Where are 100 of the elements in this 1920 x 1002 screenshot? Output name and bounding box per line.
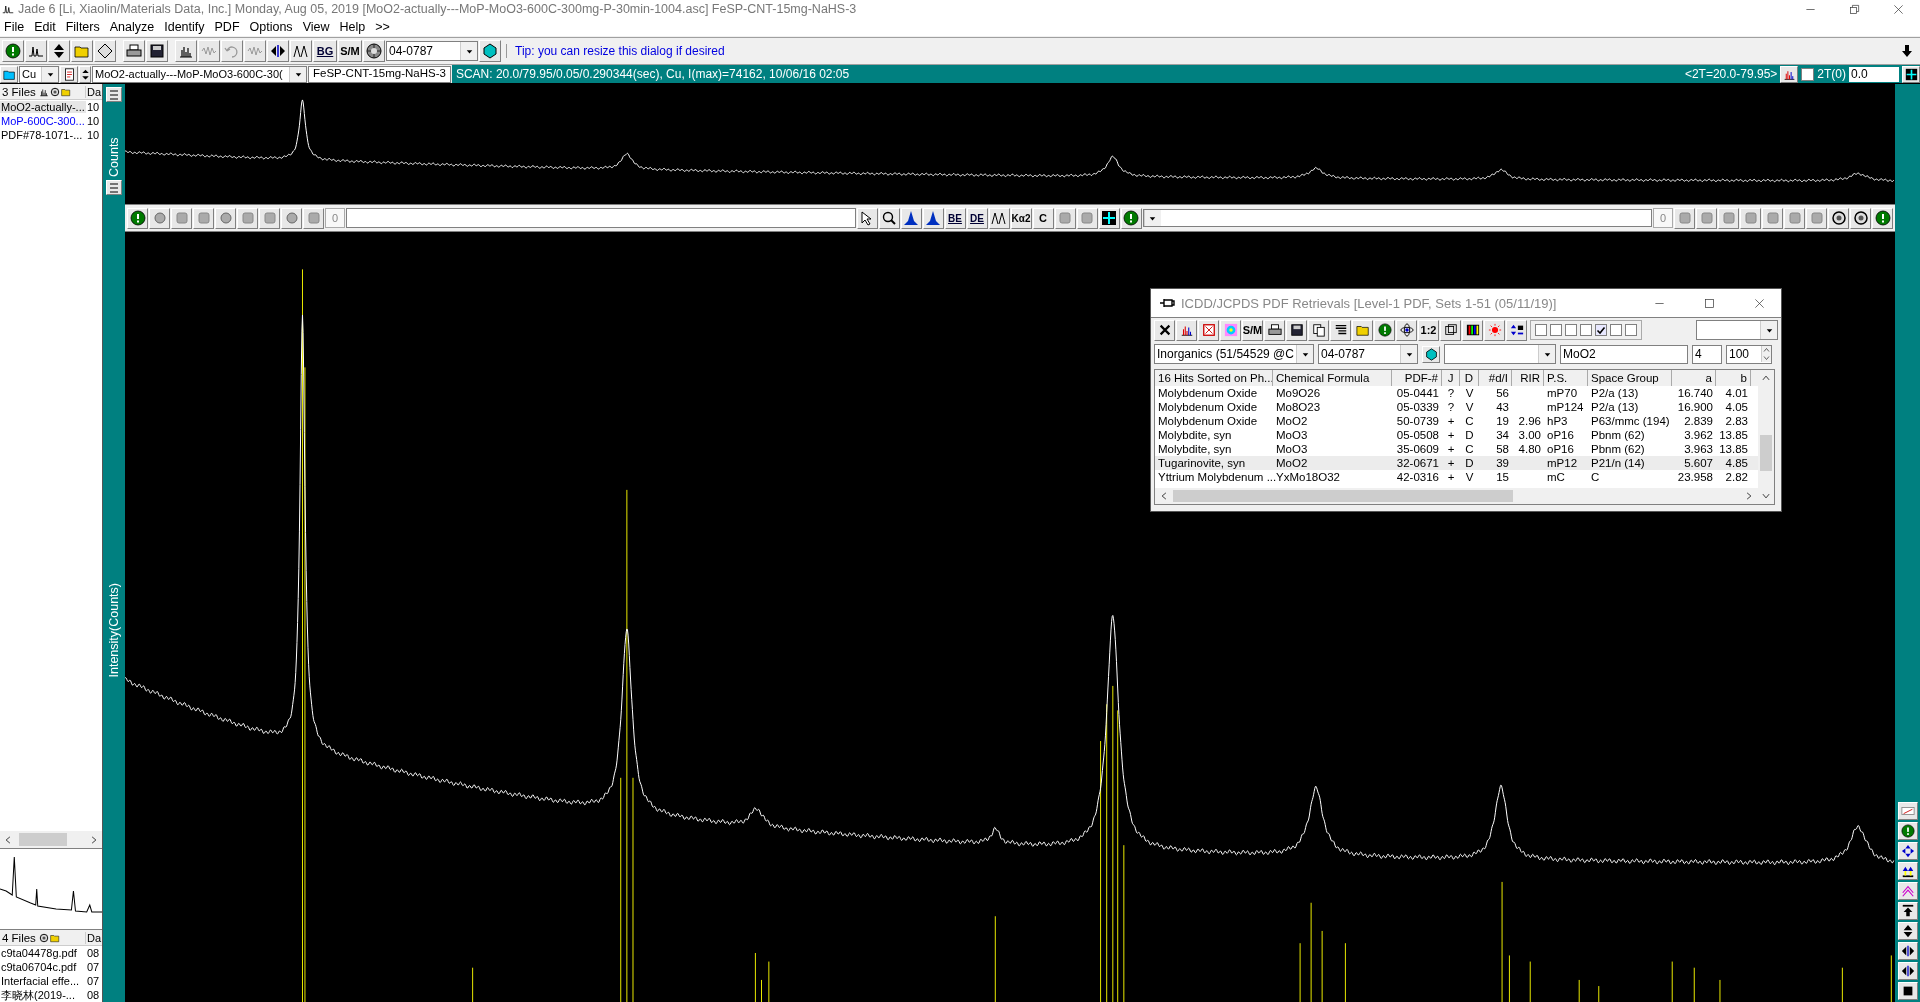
copy-button[interactable] — [1308, 319, 1329, 341]
scrollbar[interactable] — [1155, 488, 1758, 504]
tool-button[interactable] — [1674, 207, 1695, 229]
column-header[interactable]: 3 Files — [0, 85, 36, 98]
offset-field[interactable]: 0.0 — [1849, 66, 1899, 82]
folder-button[interactable] — [1352, 319, 1373, 341]
table-row[interactable]: Molybdite, syn MoO3 05-0508 + D 34 3.00 oP16 Pbnm (62) 3.962 13.85 — [1155, 428, 1758, 442]
menu-item[interactable]: PDF — [212, 20, 248, 34]
checkbox[interactable] — [1565, 324, 1577, 336]
menu-item[interactable]: Filters — [63, 20, 108, 34]
tool-button[interactable] — [259, 207, 280, 229]
help-button[interactable] — [1897, 822, 1918, 840]
file-list-entry[interactable]: MoP-600C-300... — [0, 115, 86, 127]
menu-button[interactable] — [106, 87, 122, 102]
peaks-button[interactable] — [25, 40, 47, 62]
dropdown[interactable] — [1696, 320, 1778, 340]
file-list-entry[interactable]: c9ta06704c.pdf — [0, 961, 86, 973]
grid-button[interactable] — [1902, 65, 1920, 83]
help-button[interactable] — [2, 40, 24, 62]
column-header[interactable]: a — [1672, 370, 1716, 386]
table-button[interactable] — [1198, 319, 1219, 341]
number-field[interactable]: 0 — [325, 208, 345, 228]
menu-item[interactable]: File — [2, 20, 33, 34]
column-header[interactable]: #d/I — [1479, 370, 1512, 386]
checkbox[interactable] — [1595, 324, 1607, 336]
dropdown[interactable] — [1444, 344, 1556, 364]
checkbox[interactable] — [1580, 324, 1592, 336]
peaks-button[interactable] — [988, 207, 1010, 229]
save-button[interactable] — [1286, 319, 1307, 341]
pdf-number-dropdown[interactable]: 04-0787 — [1318, 344, 1418, 364]
file-list-entry[interactable]: Interfacial effe... — [0, 975, 86, 987]
column-header[interactable]: PDF-# — [1392, 370, 1442, 386]
tool-button[interactable]: C — [1032, 207, 1054, 229]
tool-button[interactable] — [303, 207, 324, 229]
table-row[interactable]: Molybdenum Oxide Mo8O23 05-0339 ? V 43 mP124 P2/a (13) 16.900 4.05 — [1155, 400, 1758, 414]
tool-button[interactable]: BE — [944, 207, 966, 229]
column-header[interactable]: b — [1716, 370, 1751, 386]
menu-item[interactable]: Edit — [32, 20, 64, 34]
column-header[interactable]: J — [1442, 370, 1460, 386]
sort-button[interactable] — [1506, 319, 1527, 341]
menu-item[interactable]: >> — [373, 20, 398, 34]
left-right-arrows-button[interactable] — [1897, 962, 1918, 980]
tool-button[interactable] — [1806, 207, 1827, 229]
stop-button[interactable] — [1897, 982, 1918, 1000]
tool-button[interactable] — [1696, 207, 1717, 229]
scroll-thumb[interactable] — [1760, 435, 1772, 471]
table-row[interactable]: Molybdenum Oxide Mo9O26 05-0441 ? V 56 mP70 P2/a (13) 16.740 4.01 — [1155, 386, 1758, 400]
column-header[interactable]: D — [1460, 370, 1479, 386]
scroll-thumb[interactable] — [19, 833, 67, 846]
search-button[interactable] — [878, 207, 900, 229]
column-header[interactable]: RIR — [1512, 370, 1544, 386]
save-button[interactable] — [146, 40, 168, 62]
gem-button[interactable] — [1422, 345, 1440, 363]
spin-field[interactable]: 100 — [1726, 344, 1772, 364]
help-button[interactable] — [1872, 207, 1893, 229]
gem-button[interactable] — [479, 40, 501, 62]
file-list-entry[interactable]: c9ta04478g.pdf — [0, 947, 86, 959]
ring-button[interactable] — [1850, 207, 1871, 229]
tool-button[interactable]: Kα2 — [1010, 207, 1032, 229]
menu-item[interactable]: Identify — [162, 20, 213, 34]
atom-button[interactable] — [1396, 319, 1417, 341]
tool-button[interactable] — [281, 207, 302, 229]
checkbox[interactable] — [1625, 324, 1637, 336]
tool-button[interactable] — [1784, 207, 1805, 229]
cycle-button[interactable] — [221, 40, 243, 62]
arrows-button[interactable] — [1897, 862, 1918, 880]
wave-button[interactable] — [244, 40, 266, 62]
help-button[interactable] — [1374, 319, 1395, 341]
sun-button[interactable] — [1484, 319, 1505, 341]
column-header[interactable]: P.S. — [1544, 370, 1588, 386]
help-button[interactable] — [127, 207, 148, 229]
arrows-button[interactable] — [1897, 842, 1918, 860]
folder-button[interactable] — [0, 65, 18, 83]
formula-field[interactable]: MoO2 — [1560, 344, 1688, 364]
table-row[interactable]: Molybdenum Oxide MoO2 50-0739 + C 19 2.96 hP3 P63/mmc (194) 2.839 2.83 — [1155, 414, 1758, 428]
bar-chart-button[interactable] — [175, 40, 197, 62]
table-row[interactable]: Molybdite, syn MoO3 35-0609 + C 58 4.80 oP16 Pbnm (62) 3.963 13.85 — [1155, 442, 1758, 456]
column-header[interactable]: 16 Hits Sorted on Ph... — [1155, 370, 1273, 386]
left-right-arrows-button[interactable] — [267, 40, 289, 62]
notepad-button[interactable] — [60, 65, 78, 83]
menu-item[interactable]: View — [300, 20, 338, 34]
help-button[interactable] — [1120, 207, 1142, 229]
spinner-button[interactable] — [79, 65, 91, 83]
filled-peak-button[interactable] — [900, 207, 922, 229]
printer-button[interactable] — [1264, 319, 1285, 341]
up-down-arrows-button[interactable] — [48, 40, 70, 62]
table-row[interactable]: Yttrium Molybdenum ...YxMo18O32 42-0316 + V 15 mC C 23.958 2.82 — [1155, 470, 1758, 484]
file-dropdown[interactable]: MoO2-actually---MoP-MoO3-600C-30( — [92, 65, 307, 83]
column-header[interactable]: Space Group — [1588, 370, 1672, 386]
tool-button[interactable] — [149, 207, 170, 229]
tool-button[interactable]: DE — [966, 207, 988, 229]
checkbox[interactable] — [1550, 324, 1562, 336]
cursor-button[interactable] — [856, 207, 878, 229]
tool-button[interactable]: 1:2 — [1418, 319, 1439, 341]
pdf-number-dropdown[interactable]: 04-0787 — [386, 41, 478, 61]
tool-button[interactable] — [237, 207, 258, 229]
folder-button[interactable] — [71, 40, 93, 62]
checkbox[interactable] — [1801, 67, 1815, 81]
sample-field[interactable]: FeSP-CNT-15mg-NaHS-3 — [308, 65, 451, 83]
tool-button[interactable] — [171, 207, 192, 229]
